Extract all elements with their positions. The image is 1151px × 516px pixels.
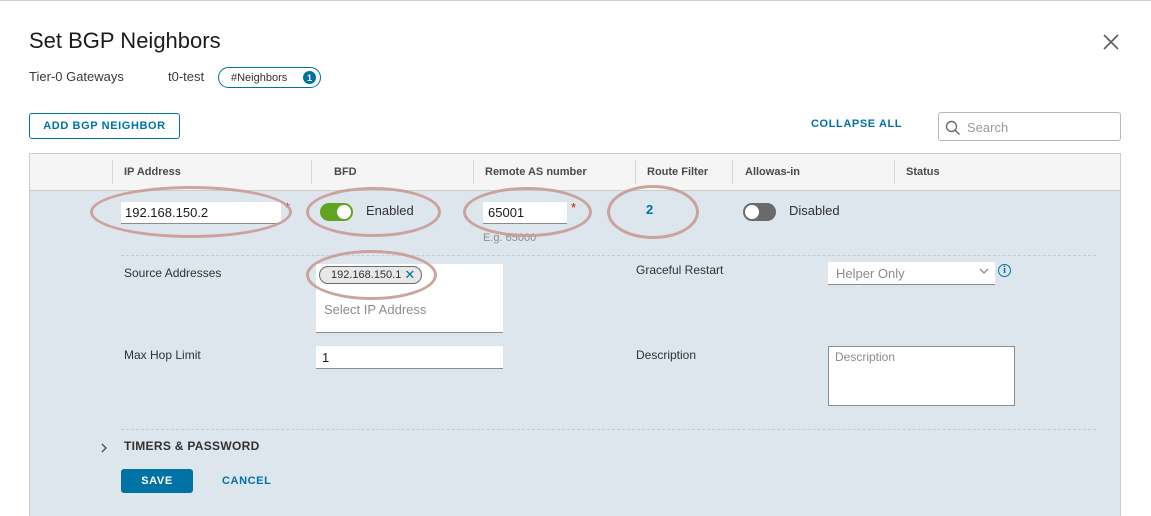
route-filter-count-link[interactable]: 2: [646, 202, 653, 217]
max-hop-limit-input[interactable]: [316, 346, 503, 369]
grid-header: IP Address BFD Remote AS number Route Fi…: [30, 154, 1120, 191]
description-textarea[interactable]: Description: [828, 346, 1015, 406]
graceful-restart-select[interactable]: Helper Only: [828, 262, 995, 285]
row-divider: [121, 255, 1096, 256]
neighbors-count: 1: [303, 71, 316, 84]
allowas-in-state-label: Disabled: [789, 203, 840, 218]
column-header-route-filter: Route Filter: [647, 166, 709, 178]
close-icon[interactable]: [1102, 33, 1120, 51]
column-header-remote-as: Remote AS number: [485, 166, 587, 178]
collapse-all-button[interactable]: COLLAPSE ALL: [811, 118, 902, 130]
required-marker: *: [571, 200, 577, 215]
required-marker: *: [285, 200, 291, 215]
column-separator: [473, 160, 474, 184]
section-divider: [121, 429, 1096, 430]
gateway-name-label: t0-test: [168, 69, 205, 84]
toggle-knob: [745, 205, 759, 219]
toggle-knob: [337, 205, 351, 219]
chevron-down-icon: [979, 268, 989, 274]
source-address-chip: 192.168.150.1 ✕: [319, 266, 423, 284]
description-placeholder: Description: [835, 350, 896, 364]
timers-password-section-toggle[interactable]: TIMERS & PASSWORD: [124, 439, 260, 453]
source-addresses-label: Source Addresses: [124, 266, 222, 280]
allowas-in-toggle[interactable]: [743, 203, 776, 221]
neighbors-badge: #Neighbors 1: [218, 67, 321, 88]
bfd-state-label: Enabled: [366, 203, 414, 218]
graceful-restart-label: Graceful Restart: [636, 263, 724, 277]
search-icon: [945, 120, 960, 135]
column-header-allowas-in: Allowas-in: [745, 166, 801, 178]
gateway-type-label: Tier-0 Gateways: [29, 69, 124, 84]
save-button[interactable]: SAVE: [121, 469, 193, 493]
search-box: [938, 112, 1121, 141]
remove-chip-icon[interactable]: ✕: [404, 267, 415, 283]
column-separator: [894, 160, 895, 184]
source-address-placeholder: Select IP Address: [324, 302, 427, 317]
ip-address-input[interactable]: [121, 202, 281, 224]
top-border: [0, 0, 1151, 1]
column-separator: [112, 160, 113, 184]
description-label: Description: [636, 348, 697, 362]
source-address-chip-label: 192.168.150.1: [331, 269, 402, 281]
bfd-toggle[interactable]: [320, 203, 353, 221]
column-separator: [311, 160, 312, 184]
column-header-ip-address: IP Address: [124, 166, 181, 178]
info-icon[interactable]: i: [998, 264, 1011, 277]
remote-as-input[interactable]: [483, 202, 567, 224]
cancel-button[interactable]: CANCEL: [222, 475, 271, 487]
remote-as-hint: E.g. 65000: [483, 232, 537, 244]
max-hop-limit-label: Max Hop Limit: [124, 348, 201, 362]
column-separator: [635, 160, 636, 184]
dialog-title: Set BGP Neighbors: [29, 28, 221, 53]
chevron-right-icon[interactable]: [100, 443, 108, 453]
graceful-restart-value: Helper Only: [836, 266, 905, 281]
column-header-status: Status: [906, 166, 940, 178]
search-input[interactable]: [967, 117, 1115, 137]
column-header-bfd: BFD: [334, 166, 357, 178]
neighbors-badge-label: #Neighbors: [231, 71, 288, 84]
add-bgp-neighbor-button[interactable]: ADD BGP NEIGHBOR: [29, 113, 180, 139]
column-separator: [732, 160, 733, 184]
